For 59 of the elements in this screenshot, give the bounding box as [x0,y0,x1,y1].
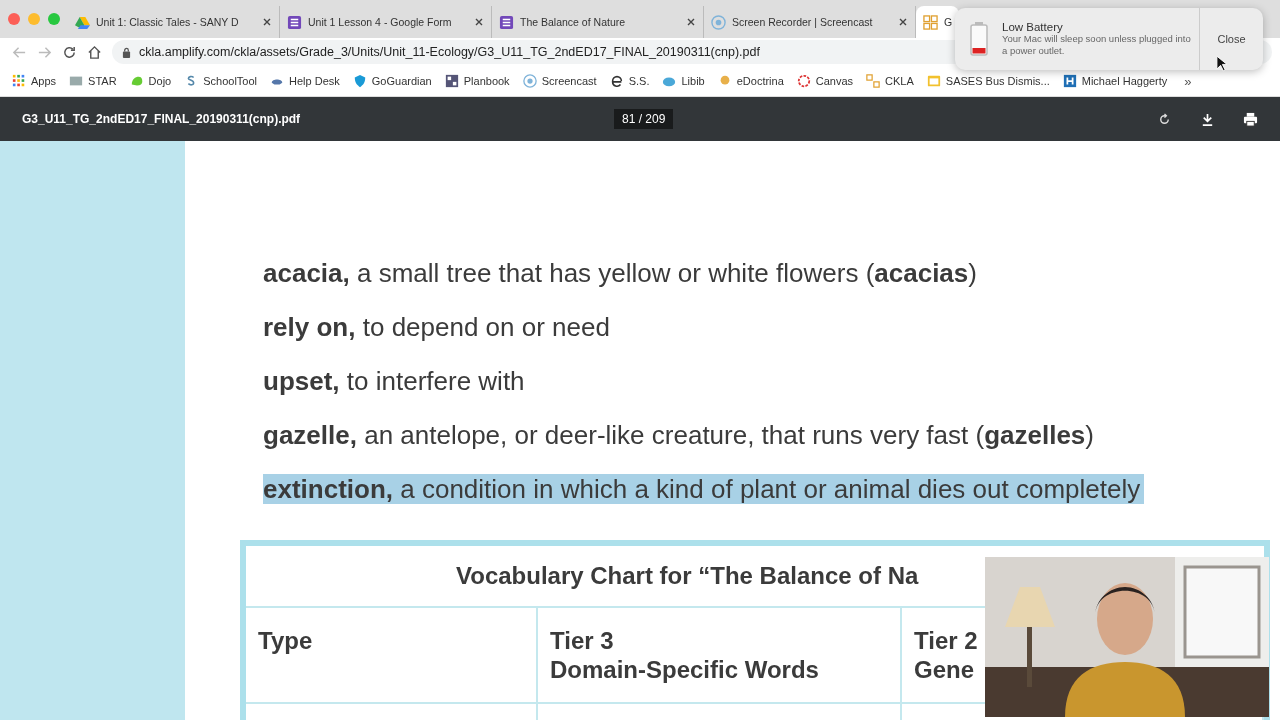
bookmark[interactable]: Canvas [796,74,854,88]
tab-title: G [944,16,953,28]
column-header: Tier 3 Domain-Specific Words [538,608,902,702]
folder-icon [926,74,941,88]
close-icon[interactable] [262,17,272,27]
document-title: G3_U11_TG_2ndED17_FINAL_20190311(cnp).pdf [22,112,301,126]
record-icon [711,14,726,30]
tab-title: The Balance of Nature [520,16,627,28]
column-header: Type [246,608,538,702]
bookmark-icon [522,74,537,88]
drive-icon [75,14,90,30]
tile-logo-icon [923,14,938,30]
close-icon[interactable] [474,17,484,27]
bookmark[interactable]: GoGuardian [352,74,432,88]
battery-icon [969,21,989,57]
bookmark[interactable]: Michael Haggerty [1062,74,1168,88]
print-icon[interactable] [1243,111,1258,127]
close-icon[interactable] [898,17,908,27]
more-bookmarks-button[interactable]: » [1184,73,1192,89]
browser-tab[interactable]: G [916,6,960,38]
glossary-entry: extinction, a condition in which a kind of plant or animal dies out completely [263,474,1145,504]
rotate-icon[interactable] [1157,111,1172,127]
tab-title: Unit 1: Classic Tales - SANY D [96,16,240,28]
bookmark[interactable]: eDoctrina [717,74,784,88]
bookmark[interactable]: SASES Bus Dismis... [926,74,1050,88]
bookmark-icon [866,74,881,88]
bookmark-icon [796,74,811,88]
bookmark[interactable]: Apps [12,74,57,88]
bookmark[interactable]: STAR [69,74,117,88]
bookmark[interactable]: Planbook [444,74,510,88]
bookmark-icon [609,74,624,88]
tab-title: Screen Recorder | Screencast [732,16,874,28]
close-icon[interactable] [686,17,696,27]
notification-title: Low Battery [1002,21,1064,33]
bookmark[interactable]: Help Desk [270,74,340,88]
form-icon [499,14,514,30]
bookmark[interactable]: CKLA [866,74,914,88]
lock-icon [122,46,131,58]
apps-grid-icon [12,74,26,88]
page-counter: 81 / 209 [614,109,674,129]
glossary-entry: gazelle, an antelope, or deer-like creature, that runs very fast (gazelles) [263,420,1095,450]
bookmark[interactable]: Dojo [129,74,172,88]
bookmark-icon [1062,74,1077,88]
bookmark[interactable]: S.S. [609,74,650,88]
reload-icon[interactable] [62,44,77,60]
form-icon [287,14,302,30]
bookmark[interactable]: Libib [662,74,705,88]
glossary-entry: acacia, a small tree that has yellow or white flowers (acacias) [263,258,978,288]
download-icon[interactable] [1200,111,1215,127]
tab-title: Unit 1 Lesson 4 - Google Form [308,16,453,28]
bookmark[interactable]: SchoolTool [184,74,258,88]
bookmark-icon [352,74,367,88]
bookmark-icon [444,74,459,88]
bookmark-icon [69,74,84,88]
glossary-entry: upset, to interfere with [263,366,526,396]
bookmark-icon [129,74,144,88]
bookmark[interactable]: Screencast [522,74,597,88]
glossary-entry: rely on, to depend on or need [263,312,611,342]
home-icon[interactable] [87,44,102,60]
